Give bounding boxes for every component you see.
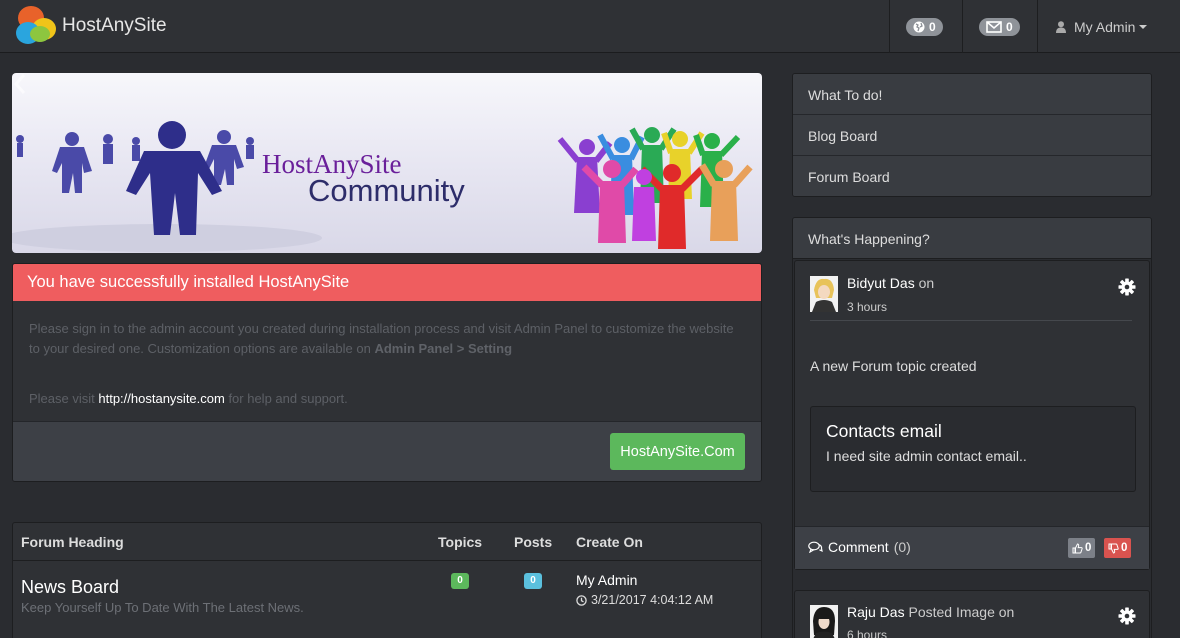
table-row: News Board Keep Yourself Up To Date With… bbox=[13, 561, 761, 638]
install-instructions: Please sign in to the admin account you … bbox=[29, 321, 734, 356]
forum-creator-link[interactable]: My Admin bbox=[576, 572, 637, 588]
user-name: My Admin bbox=[1074, 18, 1136, 35]
envelope-icon bbox=[986, 20, 1002, 33]
post-divider bbox=[810, 320, 1132, 321]
column-header-forum-heading: Forum Heading bbox=[21, 534, 124, 550]
gear-icon[interactable] bbox=[1118, 278, 1136, 296]
post-time: 3 hours bbox=[847, 300, 888, 314]
activity-feed-heading: What's Happening? bbox=[793, 218, 1151, 259]
forum-created-at: 3/21/2017 4:04:12 AM bbox=[576, 593, 713, 607]
sidebar-nav: What To do! Blog Board Forum Board bbox=[792, 73, 1152, 197]
hostanysite-button[interactable]: HostAnySite.Com bbox=[610, 433, 745, 470]
notifications-button[interactable]: 0 bbox=[889, 0, 962, 53]
post-footer: Comment (0) 0 0 bbox=[795, 526, 1149, 569]
banner-title-line2: Community bbox=[308, 173, 465, 208]
user-menu-dropdown[interactable]: My Admin bbox=[1037, 0, 1180, 53]
globe-icon bbox=[913, 21, 925, 32]
brand-logo-icon bbox=[16, 6, 56, 46]
support-link[interactable]: http://hostanysite.com bbox=[98, 391, 224, 406]
brand-link[interactable]: HostAnySite bbox=[16, 6, 167, 46]
column-header-topics: Topics bbox=[438, 534, 483, 550]
dislike-count: 0 bbox=[1121, 542, 1128, 554]
thumbs-down-icon bbox=[1108, 543, 1119, 554]
post-time: 6 hours bbox=[847, 628, 888, 638]
comment-count: (0) bbox=[893, 539, 911, 555]
chevron-down-icon bbox=[1139, 24, 1148, 29]
brand-name: HostAnySite bbox=[62, 15, 167, 36]
forum-table-header: Forum Heading Topics Posts Create On bbox=[13, 523, 761, 561]
forum-title-link[interactable]: News Board bbox=[21, 577, 119, 598]
dislike-button[interactable]: 0 bbox=[1104, 538, 1132, 558]
column-header-create-on: Create On bbox=[576, 534, 643, 550]
avatar[interactable] bbox=[810, 276, 838, 312]
forum-description: Keep Yourself Up To Date With The Latest… bbox=[21, 600, 304, 615]
activity-post: Raju Das Posted Image on 6 hours bbox=[794, 590, 1150, 638]
column-header-posts: Posts bbox=[514, 534, 553, 550]
user-icon bbox=[1056, 20, 1066, 33]
forum-table: Forum Heading Topics Posts Create On New… bbox=[12, 522, 762, 638]
comment-button[interactable]: Comment (0) bbox=[808, 539, 911, 555]
activity-feed: What's Happening? Bidyut Das on 3 hours bbox=[792, 217, 1152, 638]
support-text: Please visit http://hostanysite.com for … bbox=[29, 391, 348, 406]
messages-button[interactable]: 0 bbox=[962, 0, 1037, 53]
topic-card[interactable]: Contacts email I need site admin contact… bbox=[810, 406, 1136, 492]
community-banner: HostAnySite Community bbox=[12, 73, 762, 253]
carousel-prev-icon[interactable] bbox=[12, 73, 28, 95]
top-navbar: HostAnySite 0 0 My Admin bbox=[0, 0, 1180, 53]
activity-post: Bidyut Das on 3 hours A new Forum topic … bbox=[794, 260, 1150, 570]
post-text: A new Forum topic created bbox=[810, 358, 977, 374]
topics-count-badge: 0 bbox=[451, 573, 469, 589]
like-button[interactable]: 0 bbox=[1068, 538, 1096, 558]
comment-label: Comment bbox=[828, 539, 889, 555]
admin-panel-setting-path: Admin Panel > Setting bbox=[374, 341, 513, 356]
notifications-count: 0 bbox=[929, 19, 936, 34]
sidebar-item-blog-board[interactable]: Blog Board bbox=[793, 115, 1151, 156]
posts-count-badge: 0 bbox=[524, 573, 542, 589]
like-count: 0 bbox=[1085, 542, 1092, 554]
thumbs-up-icon bbox=[1072, 542, 1083, 553]
clock-icon bbox=[576, 594, 587, 606]
topic-excerpt: I need site admin contact email.. bbox=[826, 448, 1027, 464]
messages-count: 0 bbox=[1006, 19, 1013, 34]
post-author-link[interactable]: Bidyut Das bbox=[847, 275, 915, 291]
post-author-link[interactable]: Raju Das bbox=[847, 604, 905, 620]
post-author: Raju Das Posted Image on bbox=[847, 604, 1015, 620]
sidebar-item-what-to-do[interactable]: What To do! bbox=[793, 74, 1151, 115]
post-author: Bidyut Das on bbox=[847, 275, 935, 291]
avatar[interactable] bbox=[810, 605, 838, 638]
comments-icon bbox=[808, 541, 823, 553]
install-success-heading: You have successfully installed HostAnyS… bbox=[13, 264, 761, 301]
sidebar-item-forum-board[interactable]: Forum Board bbox=[793, 156, 1151, 196]
gear-icon[interactable] bbox=[1118, 607, 1136, 625]
install-success-panel: You have successfully installed HostAnyS… bbox=[12, 263, 762, 482]
topic-title: Contacts email bbox=[826, 421, 942, 441]
